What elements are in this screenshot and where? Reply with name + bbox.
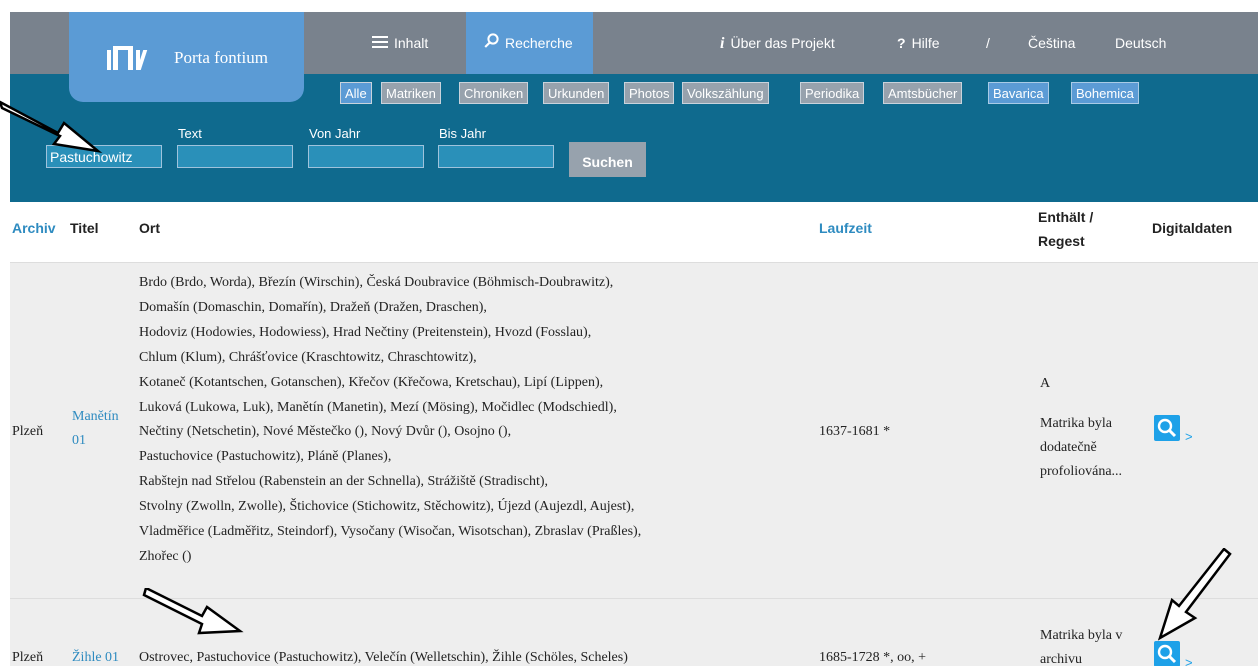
tab-urkunden[interactable]: Urkunden (543, 82, 610, 104)
hamburger-icon (372, 12, 388, 74)
nav-inhalt[interactable]: Inhalt (372, 12, 428, 74)
row-regest: Matrika byla dodatečně profoliována... (1040, 416, 1123, 479)
nav-about-label: Über das Projekt (730, 35, 835, 51)
tab-volkszahlung[interactable]: Volkszählung (682, 82, 769, 104)
text-input[interactable] (177, 145, 293, 168)
von-jahr-label: Von Jahr (309, 126, 361, 141)
tab-alle[interactable]: Alle (340, 82, 372, 104)
col-enthalt-regest: Enthält / Regest (1038, 209, 1094, 249)
lang-czech[interactable]: Čeština (1028, 12, 1075, 74)
bis-jahr-input[interactable] (438, 145, 554, 168)
von-jahr-input[interactable] (308, 145, 424, 168)
row-title-link[interactable]: Manětín 01 (72, 405, 119, 453)
nav-separator: / (986, 35, 990, 51)
col-archiv[interactable]: Archiv (12, 220, 56, 236)
chevron-right-icon[interactable]: > (1185, 429, 1193, 444)
bis-jahr-label: Bis Jahr (439, 126, 486, 141)
nav-inhalt-label: Inhalt (394, 35, 429, 51)
row-enthalt: A (1040, 376, 1051, 391)
row-archiv: Plzeň (12, 424, 44, 439)
ort-input[interactable] (46, 145, 162, 168)
row-regest: Matrika byla v archivu (1040, 628, 1123, 666)
nav-help-label: Hilfe (911, 35, 940, 51)
nav-about[interactable]: i Über das Projekt (720, 12, 835, 74)
text-label: Text (178, 126, 202, 141)
site-logo[interactable]: Porta fontium (69, 12, 304, 102)
col-laufzeit[interactable]: Laufzeit (819, 220, 872, 236)
row-laufzeit: 1637-1681 * (819, 424, 891, 439)
tab-chroniken[interactable]: Chroniken (459, 82, 529, 104)
magnifier-icon[interactable] (1154, 415, 1180, 441)
region-bavarica[interactable]: Bavarica (988, 82, 1049, 104)
row-ort-list: Ostrovec, Pastuchovice (Pastuchowitz), V… (139, 650, 628, 665)
tab-amtsbucher[interactable]: Amtsbücher (883, 82, 963, 104)
books-logo-icon (107, 44, 153, 70)
row-ort-list: Brdo (Brdo, Worda), Březín (Wirschin), Č… (139, 275, 642, 564)
region-bohemica[interactable]: Bohemica (1071, 82, 1139, 104)
row-title-link[interactable]: Žihle 01 (72, 650, 119, 666)
col-ort: Ort (139, 220, 160, 236)
brand-name: Porta fontium (174, 48, 268, 67)
tab-photos[interactable]: Photos (624, 82, 675, 104)
info-icon: i (720, 35, 725, 52)
chevron-right-icon[interactable]: > (1185, 655, 1193, 666)
tab-periodika[interactable]: Periodika (800, 82, 865, 104)
search-icon (484, 12, 499, 74)
lang-german[interactable]: Deutsch (1115, 12, 1166, 74)
magnifier-icon[interactable] (1154, 641, 1180, 666)
col-titel: Titel (70, 220, 99, 236)
nav-recherche-label: Recherche (505, 35, 573, 51)
col-digitaldaten: Digitaldaten (1152, 220, 1233, 236)
row-laufzeit: 1685-1728 *, oo, + (819, 650, 927, 665)
nav-recherche[interactable]: Recherche (466, 12, 593, 74)
search-button[interactable]: Suchen (569, 142, 646, 177)
question-icon: ? (897, 35, 906, 51)
row-archiv: Plzeň (12, 650, 44, 665)
tab-matriken[interactable]: Matriken (381, 82, 441, 104)
nav-help[interactable]: ? Hilfe (897, 12, 940, 74)
